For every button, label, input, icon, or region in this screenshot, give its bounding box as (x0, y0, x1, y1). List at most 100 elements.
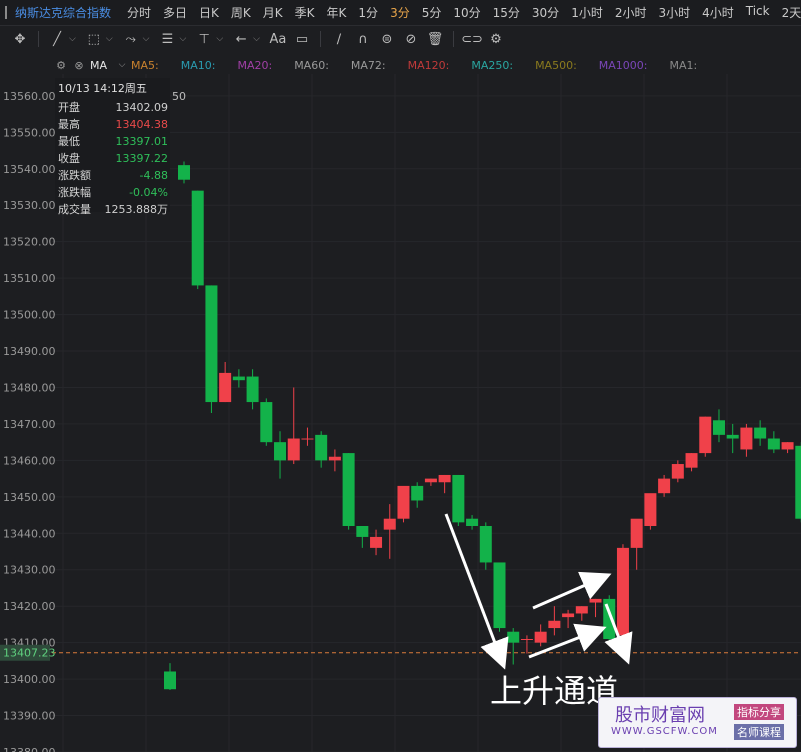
candle-up (699, 416, 712, 454)
period-tab[interactable]: 2小时 (609, 4, 653, 21)
period-tab[interactable]: 4小时 (696, 4, 740, 21)
info-value: 1253.888万 (104, 203, 169, 216)
y-tick-label: 13420.00 (3, 600, 56, 613)
info-value: 13404.38 (115, 118, 169, 131)
period-tabs: 分时 多日 日K 周K 月K 季K 年K 1分 3分 5分 10分 15分 30分 1小时 2小时 3小时 4小… (121, 4, 801, 21)
y-tick-label: 13480.00 (3, 381, 56, 394)
ma-legend-item: MA72: (350, 58, 386, 72)
info-key: 收盘 (58, 152, 80, 165)
candle-down (260, 402, 273, 443)
period-tab[interactable]: 2天 (776, 4, 801, 21)
close-icon[interactable]: ⊗ (70, 59, 88, 72)
ma-legend-item: MA500: (535, 58, 577, 72)
candle-down (795, 445, 801, 519)
wave-tool-icon[interactable]: ⤳ (119, 32, 143, 47)
candle-down (466, 518, 479, 526)
candle-up (424, 478, 437, 483)
period-tab[interactable]: 3小时 (652, 4, 696, 21)
text-tool-icon[interactable]: Aa (266, 32, 290, 47)
candle-up (383, 518, 396, 530)
gear-icon[interactable]: ⚙ (484, 32, 508, 47)
chevron-down-icon[interactable]: ⌵ (253, 34, 260, 44)
y-tick-label: 13540.00 (3, 163, 56, 176)
info-value: 13397.01 (115, 135, 169, 148)
chevron-down-icon[interactable]: ⌵ (179, 34, 186, 44)
info-row: 开盘 13402.09 (55, 99, 170, 116)
line-tool-icon[interactable]: ╱ (45, 32, 69, 47)
period-tab[interactable]: 15分 (487, 4, 526, 21)
period-tab[interactable]: Tick (740, 4, 776, 21)
watermark: 股市财富网 WWW.GSCFW.COM 指标分享 名师课程 (598, 697, 797, 748)
period-tab[interactable]: 30分 (526, 4, 565, 21)
ma-items: MA5: MA10: MA20: MA60: MA72: MA120: MA250: MA50… (131, 59, 719, 72)
y-tick-label: 13550.00 (3, 126, 56, 139)
indicator-name[interactable]: MA (90, 59, 107, 72)
period-tab[interactable]: 月K (257, 4, 289, 21)
period-tab[interactable]: 1分 (352, 4, 384, 21)
candle-up (575, 606, 588, 614)
ma-legend-item: MA20: (237, 58, 273, 72)
period-tab[interactable]: 10分 (447, 4, 486, 21)
period-tab[interactable]: 日K (193, 4, 225, 21)
y-tick-label: 13530.00 (3, 199, 56, 212)
candle-up (740, 427, 753, 450)
candle-up (644, 493, 657, 526)
candle-down (726, 434, 739, 439)
magnet-icon[interactable]: ∩ (351, 32, 375, 47)
candle-down (178, 165, 190, 180)
partial-label: 50 (172, 90, 186, 103)
info-key: 最高 (58, 118, 80, 131)
y-tick-label: 13390.00 (3, 710, 56, 723)
arrow-tool-icon[interactable]: ← (229, 32, 253, 47)
chevron-down-icon[interactable]: ⌵ (113, 60, 131, 70)
period-tab[interactable]: 3分 (384, 4, 416, 21)
candle-up (630, 518, 643, 548)
y-tick-label: 13460.00 (3, 454, 56, 467)
y-tick-label: 13470.00 (3, 418, 56, 431)
ma-legend-item: MA250: (471, 58, 514, 72)
chevron-down-icon[interactable]: ⌵ (69, 34, 76, 44)
period-tab[interactable]: 多日 (157, 4, 193, 21)
pen-icon[interactable]: ∕ (327, 32, 351, 47)
y-tick-label: 13450.00 (3, 491, 56, 504)
gear-icon[interactable]: ⚙ (52, 59, 70, 72)
candle-down (164, 671, 176, 690)
hide-icon[interactable]: ⊘ (399, 32, 423, 47)
period-tab[interactable]: 周K (225, 4, 257, 21)
y-tick-label: 13490.00 (3, 345, 56, 358)
comment-icon[interactable]: ▭ (290, 32, 314, 47)
move-icon[interactable]: ✥ (8, 32, 32, 47)
trash-icon[interactable]: 🗑 (423, 32, 447, 47)
period-tab[interactable]: 5分 (416, 4, 448, 21)
candle-up (301, 438, 314, 440)
period-tab[interactable]: 季K (289, 4, 321, 21)
link-icon[interactable]: ⊂⊃ (460, 32, 484, 47)
chevron-down-icon[interactable]: ⌵ (143, 34, 150, 44)
select-checkbox[interactable] (5, 6, 7, 19)
candle-up (562, 613, 575, 618)
info-key: 成交量 (58, 203, 91, 216)
info-value: 13402.09 (115, 101, 169, 114)
info-key: 最低 (58, 135, 80, 148)
sync-icon[interactable]: ⊜ (375, 32, 399, 47)
fib-tool-icon[interactable]: ☰ (155, 32, 179, 47)
period-tab[interactable]: 1小时 (565, 4, 609, 21)
info-key: 涨跌幅 (58, 186, 91, 199)
chevron-down-icon[interactable]: ⌵ (106, 34, 113, 44)
candle-down (315, 434, 328, 461)
candle-up (781, 442, 794, 450)
drawing-toolbar: ✥ ╱ ⌵ ⬚ ⌵ ⤳ ⌵ ☰ ⌵ ⊤ ⌵ ← ⌵ Aa ▭ ∕ ∩ ⊜ ⊘ 🗑 ⊂⊃ ⚙ (0, 26, 801, 52)
period-tab[interactable]: 分时 (121, 4, 157, 21)
y-tick-label: 13500.00 (3, 309, 56, 322)
rect-tool-icon[interactable]: ⬚ (82, 32, 106, 47)
candle-down (411, 485, 424, 501)
period-tab[interactable]: 年K (321, 4, 353, 21)
chevron-down-icon[interactable]: ⌵ (216, 34, 223, 44)
info-rows: 开盘 13402.09 最高 13404.38 最低 13397.01 收盘 13397.22… (55, 99, 170, 218)
info-key: 涨跌额 (58, 169, 91, 182)
measure-tool-icon[interactable]: ⊤ (192, 32, 216, 47)
watermark-logo: 股市财富网 (615, 705, 705, 726)
ma-legend-item: MA10: (180, 58, 216, 72)
info-row: 涨跌额 -4.88 (55, 167, 170, 184)
index-title[interactable]: 纳斯达克综合指数 (15, 4, 111, 21)
